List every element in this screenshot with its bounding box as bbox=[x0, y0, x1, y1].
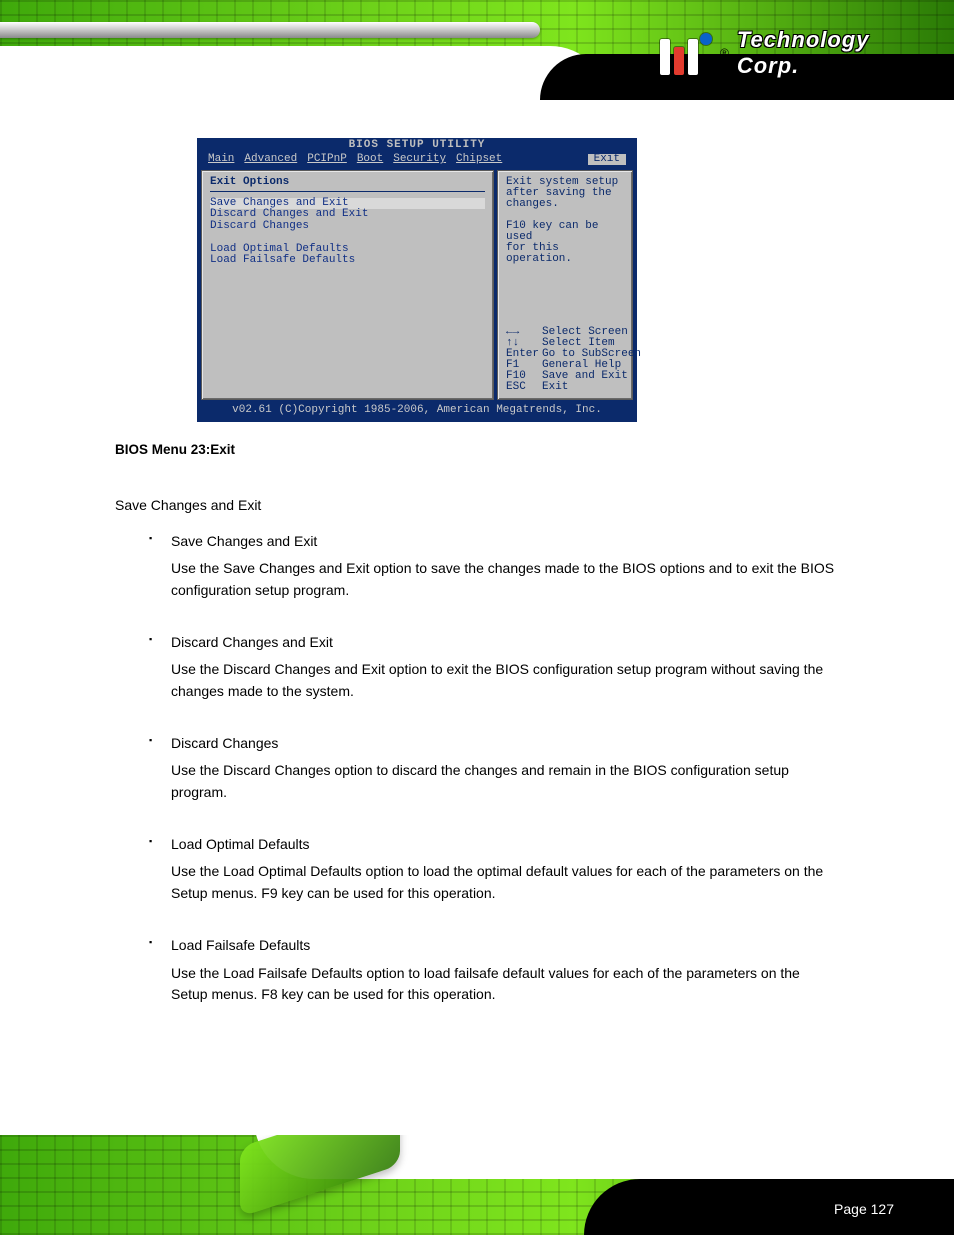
option-desc: Use the Save Changes and Exit option to … bbox=[171, 558, 835, 601]
option-name: Save Changes and Exit bbox=[171, 531, 835, 553]
page-number: Page 127 bbox=[834, 1201, 894, 1217]
brand-suffix: . bbox=[792, 53, 799, 78]
option-desc: Use the Discard Changes option to discar… bbox=[171, 760, 835, 803]
page-header-banner: ® Technology Corp. bbox=[0, 0, 954, 100]
section-heading: Save Changes and Exit bbox=[115, 495, 835, 517]
key-label: ESC bbox=[506, 382, 542, 393]
bios-setup-utility-screenshot: BIOS SETUP UTILITY Main Advanced PCIPnP … bbox=[197, 138, 637, 422]
option-name: Load Failsafe Defaults bbox=[171, 935, 835, 957]
black-swoosh bbox=[584, 1179, 954, 1235]
page-footer-banner: Page 127 bbox=[0, 1135, 954, 1235]
option-name: Load Optimal Defaults bbox=[171, 834, 835, 856]
list-item: Load Failsafe Defaults Use the Load Fail… bbox=[115, 935, 835, 1006]
option-name: Discard Changes bbox=[171, 733, 835, 755]
bios-tab-chipset[interactable]: Chipset bbox=[456, 154, 502, 165]
option-desc: Use the Load Failsafe Defaults option to… bbox=[171, 963, 835, 1006]
bios-item-discard[interactable]: Discard Changes bbox=[210, 221, 485, 232]
document-body: BIOS Menu 23:Exit Save Changes and Exit … bbox=[115, 440, 835, 1036]
option-name: Discard Changes and Exit bbox=[171, 632, 835, 654]
bios-item-failsafe[interactable]: Load Failsafe Defaults bbox=[210, 255, 485, 266]
white-swoosh bbox=[0, 46, 610, 100]
bios-item-save-exit[interactable]: Save Changes and Exit bbox=[210, 198, 485, 209]
bios-tab-exit[interactable]: Exit bbox=[588, 154, 626, 165]
iei-logo-icon bbox=[660, 31, 712, 75]
grey-stripe bbox=[0, 22, 540, 38]
bios-tab-main[interactable]: Main bbox=[208, 154, 234, 165]
bios-tab-advanced[interactable]: Advanced bbox=[244, 154, 297, 165]
list-item: Save Changes and Exit Use the Save Chang… bbox=[115, 531, 835, 602]
figure-caption: BIOS Menu 23:Exit bbox=[115, 440, 835, 461]
brand: ® Technology Corp. bbox=[660, 28, 934, 78]
help-line: F10 key can be used bbox=[506, 221, 624, 243]
bios-title: BIOS SETUP UTILITY bbox=[198, 139, 636, 152]
bios-right-pane: Exit system setup after saving the chang… bbox=[497, 170, 633, 400]
help-line: for this operation. bbox=[506, 243, 624, 265]
list-item: Load Optimal Defaults Use the Load Optim… bbox=[115, 834, 835, 905]
key-desc: Exit bbox=[542, 381, 568, 393]
list-item: Discard Changes and Exit Use the Discard… bbox=[115, 632, 835, 703]
bios-body: Exit Options Save Changes and Exit Disca… bbox=[198, 167, 636, 403]
bios-help-text: Exit system setup after saving the chang… bbox=[506, 177, 624, 265]
bios-item-optimal[interactable]: Load Optimal Defaults bbox=[210, 244, 485, 255]
option-desc: Use the Load Optimal Defaults option to … bbox=[171, 861, 835, 904]
bios-left-pane: Exit Options Save Changes and Exit Disca… bbox=[201, 170, 494, 400]
exit-options-heading: Exit Options bbox=[210, 177, 485, 192]
bios-item-discard-exit[interactable]: Discard Changes and Exit bbox=[210, 209, 485, 220]
help-line: changes. bbox=[506, 199, 624, 210]
bios-tab-boot[interactable]: Boot bbox=[357, 154, 383, 165]
brand-name: Technology Corp bbox=[737, 27, 870, 78]
list-item: Discard Changes Use the Discard Changes … bbox=[115, 733, 835, 804]
bios-copyright-footer: v02.61 (C)Copyright 1985-2006, American … bbox=[198, 403, 636, 418]
blank-line bbox=[210, 232, 485, 243]
option-desc: Use the Discard Changes and Exit option … bbox=[171, 659, 835, 702]
bios-tab-pcipnp[interactable]: PCIPnP bbox=[307, 154, 347, 165]
option-list: Save Changes and Exit Use the Save Chang… bbox=[115, 531, 835, 1006]
registered-mark: ® bbox=[720, 46, 729, 60]
bios-tab-security[interactable]: Security bbox=[393, 154, 446, 165]
bios-key-hints: ←→Select Screen ↑↓Select Item EnterGo to… bbox=[506, 327, 624, 393]
brand-text: Technology Corp. bbox=[737, 27, 934, 79]
bios-tab-bar: Main Advanced PCIPnP Boot Security Chips… bbox=[198, 152, 636, 167]
